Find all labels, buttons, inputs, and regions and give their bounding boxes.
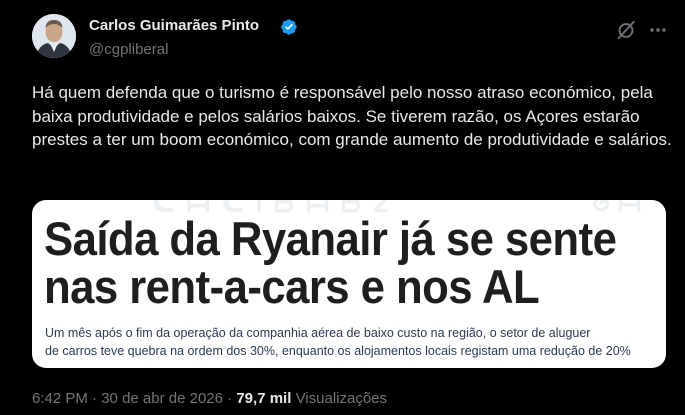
- tweet-meta: 6:42 PM · 30 de abr de 2026 · 79,7 mil V…: [32, 390, 387, 407]
- lead-line-2: de carros teve quebra na ordem dos 30%, …: [45, 344, 631, 358]
- tweet-date[interactable]: 30 de abr de 2026: [101, 390, 223, 407]
- grok-icon[interactable]: [615, 19, 637, 41]
- tweet-text: Há quem defenda que o turismo é responsá…: [32, 83, 672, 149]
- headline-line-1: Saída da Ryanair já se sente: [44, 212, 617, 265]
- lead-line-1: Um mês após o fim da operação da companh…: [45, 326, 591, 340]
- article-headline: Saída da Ryanair já se sente nas rent-a-…: [44, 215, 621, 311]
- views-label[interactable]: Visualizações: [296, 390, 387, 407]
- author-handle[interactable]: @cgpliberal: [89, 41, 168, 58]
- meta-separator: ·: [92, 390, 98, 407]
- more-dots-icon[interactable]: [648, 19, 668, 41]
- media-image[interactable]: ᑕ ᗩ ᑕ Ꭵ ᗷ ᗩ ᗷ 2 ᘔ ᗩ Saída da Ryanair já …: [32, 200, 666, 368]
- meta-separator-2: ·: [227, 390, 233, 407]
- views-count[interactable]: 79,7 mil: [236, 390, 291, 407]
- author-name[interactable]: Carlos Guimarães Pinto: [89, 17, 259, 34]
- headline-line-2: nas rent-a-cars e nos AL: [44, 260, 540, 313]
- tweet: Carlos Guimarães Pinto @cgpliberal Há qu…: [0, 0, 685, 415]
- avatar[interactable]: [32, 14, 76, 58]
- tweet-time[interactable]: 6:42 PM: [32, 390, 88, 407]
- article-lead: Um mês após o fim da operação da companh…: [45, 324, 665, 360]
- verified-badge-icon: [281, 19, 297, 35]
